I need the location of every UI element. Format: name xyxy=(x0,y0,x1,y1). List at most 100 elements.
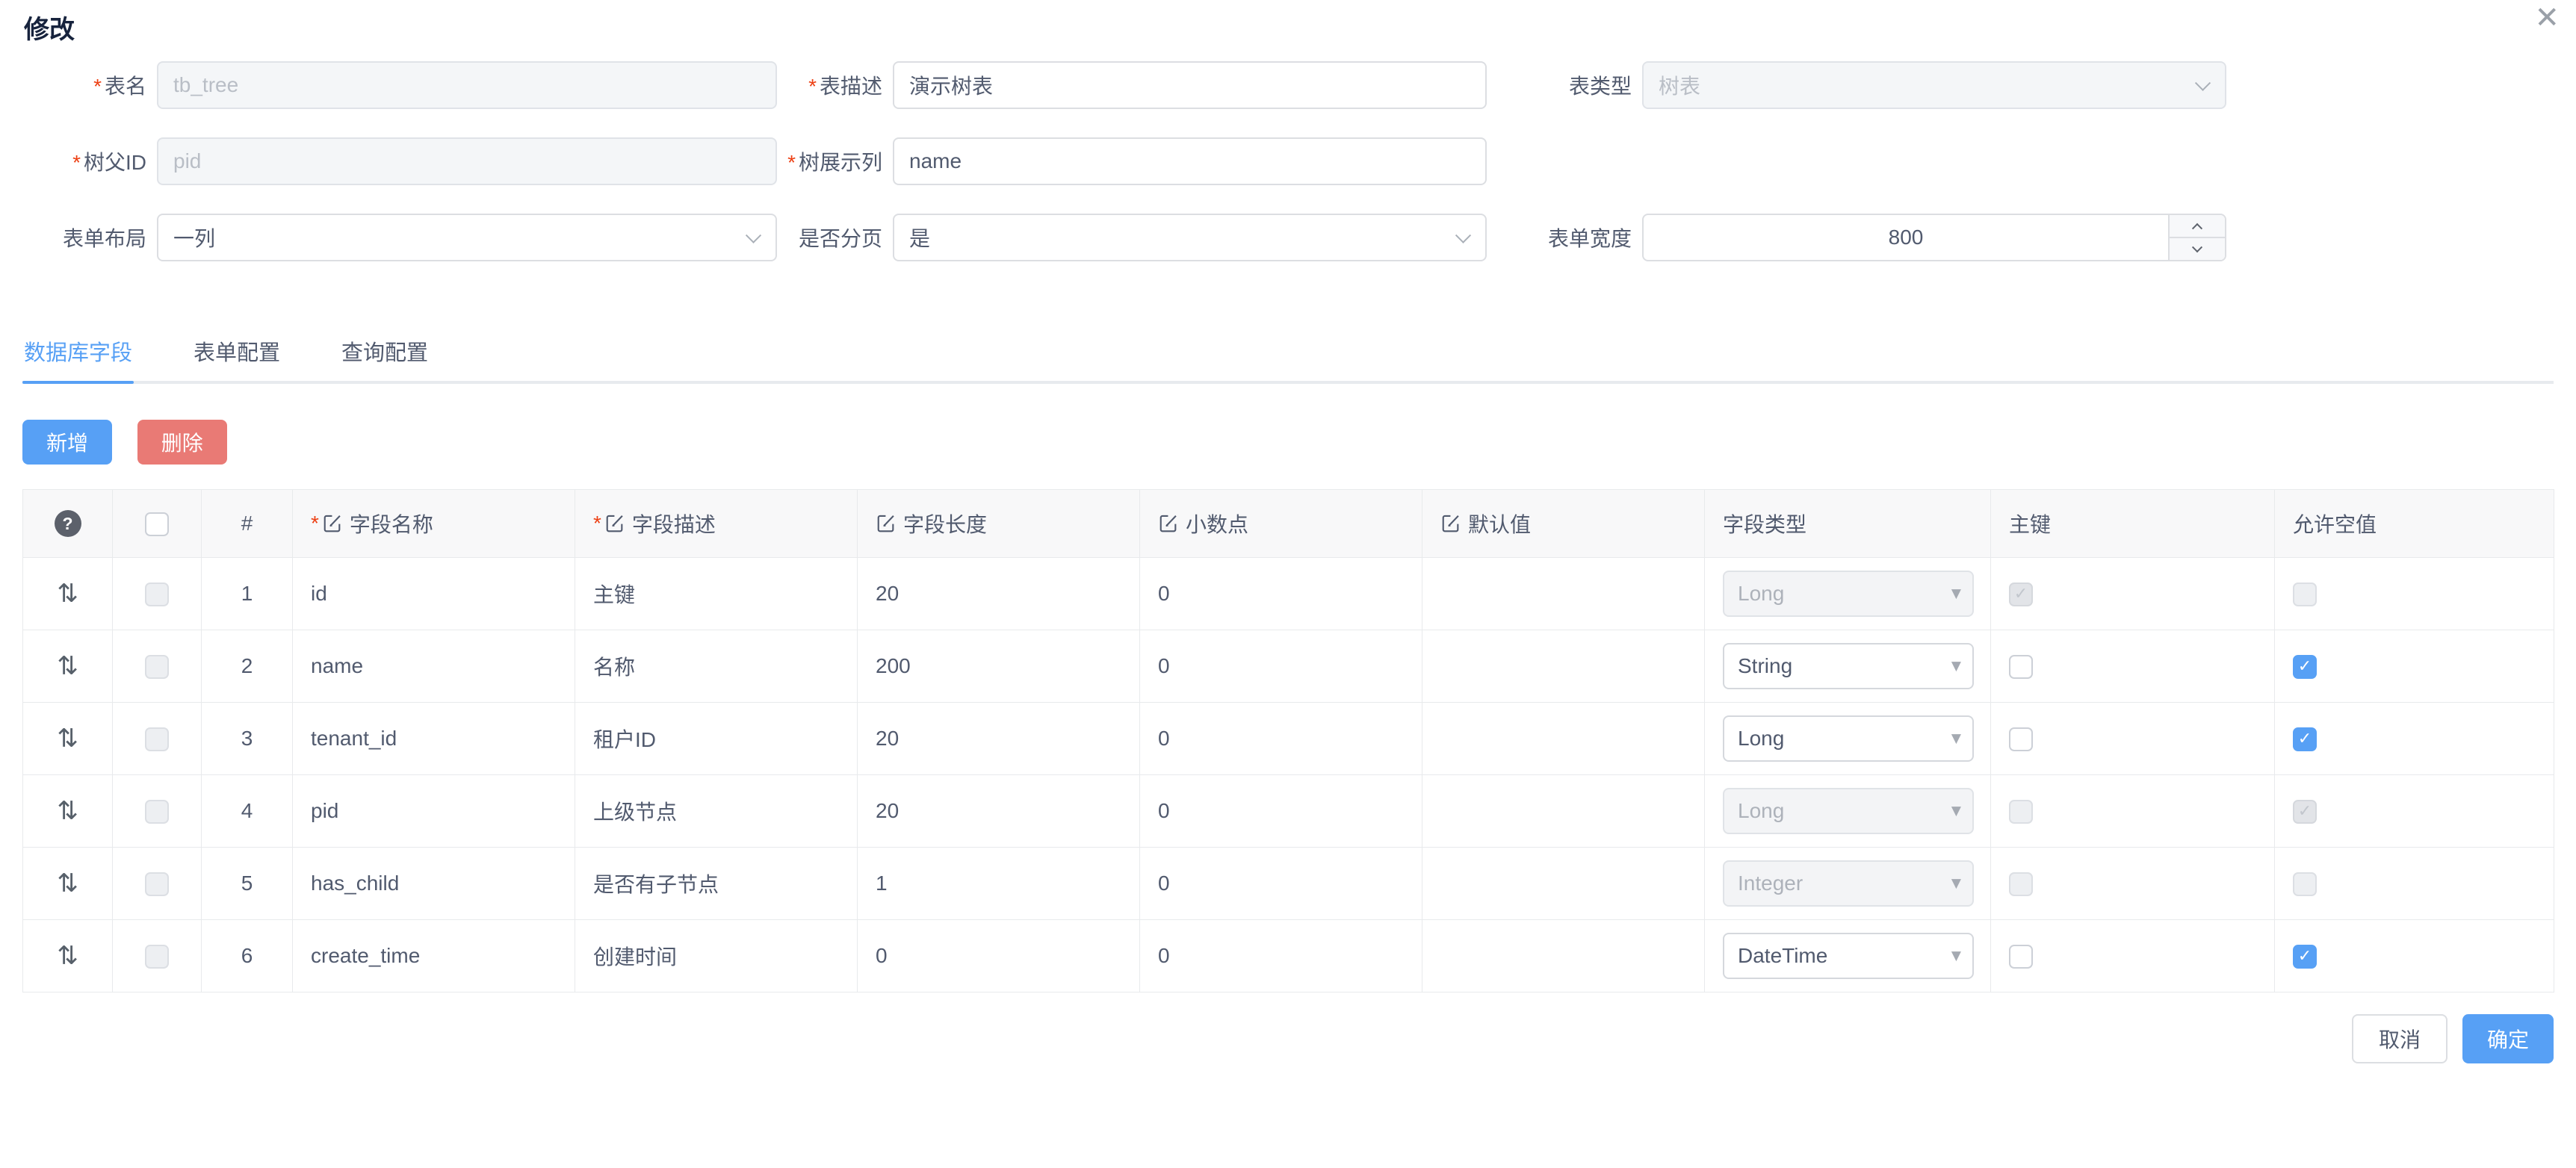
field-default-cell xyxy=(1422,848,1705,920)
table-row: ⇅ ✓ 1 id 主键 20 0 Long ▼ ✓ ✓ xyxy=(23,558,2554,630)
edit-icon xyxy=(1440,513,1461,534)
row-index-cell: 2 xyxy=(202,630,293,703)
drag-handle-icon[interactable]: ⇅ xyxy=(57,941,78,971)
row-index-cell: 6 xyxy=(202,920,293,993)
dropdown-triangle-icon: ▼ xyxy=(1951,876,1961,891)
form-row-3: 表单布局 一列 是否分页 是 表单宽度 xyxy=(0,214,2576,261)
nullable-checkbox[interactable]: ✓ xyxy=(2293,655,2317,679)
nullable-checkbox[interactable]: ✓ xyxy=(2293,945,2317,969)
cancel-button[interactable]: 取消 xyxy=(2352,1014,2447,1063)
pk-checkbox[interactable]: ✓ xyxy=(2009,945,2033,969)
pk-column-header: 主键 xyxy=(1991,490,2275,558)
field-decimal-cell: 0 xyxy=(1140,775,1422,848)
default-column-header: 默认值 xyxy=(1422,490,1705,558)
field-default-cell xyxy=(1422,920,1705,993)
chevron-up-icon xyxy=(2192,223,2202,233)
row-select-checkbox: ✓ xyxy=(145,727,169,751)
dropdown-triangle-icon: ▼ xyxy=(1951,804,1961,818)
field-decimal-cell: 0 xyxy=(1140,630,1422,703)
edit-icon xyxy=(322,513,343,534)
drag-handle-icon[interactable]: ⇅ xyxy=(57,869,78,898)
increment-button[interactable] xyxy=(2170,215,2225,238)
field-default-cell xyxy=(1422,630,1705,703)
table-row: ⇅ ✓ 6 create_time 创建时间 0 0 DateTime ▼ ✓ … xyxy=(23,920,2554,993)
tab-database-fields[interactable]: 数据库字段 xyxy=(22,338,134,381)
row-index-cell: 5 xyxy=(202,848,293,920)
field-name-cell: has_child xyxy=(293,848,575,920)
nullable-checkbox: ✓ xyxy=(2293,872,2317,896)
form-layout-select[interactable]: 一列 xyxy=(157,214,777,261)
nullable-checkbox[interactable]: ✓ xyxy=(2293,727,2317,751)
confirm-button[interactable]: 确定 xyxy=(2462,1014,2554,1063)
field-default-cell xyxy=(1422,703,1705,775)
field-type-select[interactable]: Long ▼ xyxy=(1723,715,1974,762)
table-row: ⇅ ✓ 4 pid 上级节点 20 0 Long ▼ ✓ ✓ xyxy=(23,775,2554,848)
field-length-cell: 1 xyxy=(858,848,1140,920)
table-name-label: *表名 xyxy=(0,70,157,100)
pk-checkbox[interactable]: ✓ xyxy=(2009,727,2033,751)
field-desc-cell: 上级节点 xyxy=(575,775,858,848)
field-length-cell: 0 xyxy=(858,920,1140,993)
field-type-select[interactable]: String ▼ xyxy=(1723,643,1974,689)
select-all-checkbox[interactable]: ✓ xyxy=(145,512,169,536)
table-config-form: *表名 *表描述 表类型 树表 *树父ID *树展示列 表单布局 一 xyxy=(0,61,2576,290)
field-default-cell xyxy=(1422,775,1705,848)
table-type-value: 树表 xyxy=(1659,70,1700,100)
decrement-button[interactable] xyxy=(2170,238,2225,260)
tree-display-input[interactable] xyxy=(893,137,1487,185)
field-name-cell: pid xyxy=(293,775,575,848)
form-width-input[interactable] xyxy=(1644,215,2168,260)
dialog-footer: 取消 确定 xyxy=(2352,1014,2554,1063)
drag-handle-icon[interactable]: ⇅ xyxy=(57,724,78,754)
desc-column-header: * 字段描述 xyxy=(575,490,858,558)
field-type-select[interactable]: DateTime ▼ xyxy=(1723,933,1974,979)
delete-button[interactable]: 删除 xyxy=(137,420,227,465)
row-select-checkbox: ✓ xyxy=(145,583,169,606)
table-toolbar: 新增 删除 xyxy=(22,420,227,465)
close-icon[interactable]: ✕ xyxy=(2534,3,2560,33)
table-desc-input[interactable] xyxy=(893,61,1487,109)
required-asterisk: * xyxy=(808,75,817,98)
field-type-select: Integer ▼ xyxy=(1723,860,1974,907)
chevron-down-icon xyxy=(2192,242,2202,252)
tree-parent-label: *树父ID xyxy=(0,146,157,176)
table-row: ⇅ ✓ 2 name 名称 200 0 String ▼ ✓ ✓ xyxy=(23,630,2554,703)
number-stepper[interactable] xyxy=(2168,215,2225,260)
pk-checkbox: ✓ xyxy=(2009,872,2033,896)
table-type-label: 表类型 xyxy=(1487,70,1642,100)
row-select-checkbox: ✓ xyxy=(145,800,169,824)
field-name-cell: tenant_id xyxy=(293,703,575,775)
form-width-stepper[interactable] xyxy=(1642,214,2226,261)
dropdown-triangle-icon: ▼ xyxy=(1951,948,1961,963)
field-length-cell: 20 xyxy=(858,558,1140,630)
field-length-cell: 20 xyxy=(858,703,1140,775)
field-decimal-cell: 0 xyxy=(1140,848,1422,920)
form-row-2: *树父ID *树展示列 xyxy=(0,137,2576,185)
row-select-checkbox: ✓ xyxy=(145,655,169,679)
tab-bar: 数据库字段 表单配置 查询配置 xyxy=(22,338,2554,384)
chevron-down-icon xyxy=(1455,228,1471,243)
edit-icon xyxy=(876,513,897,534)
pagination-select[interactable]: 是 xyxy=(893,214,1487,261)
field-desc-cell: 名称 xyxy=(575,630,858,703)
required-asterisk: * xyxy=(93,75,102,98)
add-button[interactable]: 新增 xyxy=(22,420,112,465)
table-header-row: ? ✓ # * 字段名称 * 字段描述 字段长度 xyxy=(23,490,2554,558)
drag-handle-icon[interactable]: ⇅ xyxy=(57,796,78,826)
pk-checkbox: ✓ xyxy=(2009,583,2033,606)
table-row: ⇅ ✓ 5 has_child 是否有子节点 1 0 Integer ▼ ✓ ✓ xyxy=(23,848,2554,920)
form-layout-label: 表单布局 xyxy=(0,223,157,252)
field-length-cell: 200 xyxy=(858,630,1140,703)
drag-handle-icon[interactable]: ⇅ xyxy=(57,651,78,681)
pk-checkbox[interactable]: ✓ xyxy=(2009,655,2033,679)
field-decimal-cell: 0 xyxy=(1140,703,1422,775)
field-name-cell: name xyxy=(293,630,575,703)
drag-handle-icon[interactable]: ⇅ xyxy=(57,579,78,609)
row-select-checkbox: ✓ xyxy=(145,945,169,969)
tab-query-config[interactable]: 查询配置 xyxy=(340,338,430,381)
help-icon[interactable]: ? xyxy=(55,510,81,537)
row-index-cell: 4 xyxy=(202,775,293,848)
pagination-label: 是否分页 xyxy=(777,223,893,252)
form-row-1: *表名 *表描述 表类型 树表 xyxy=(0,61,2576,109)
tab-form-config[interactable]: 表单配置 xyxy=(192,338,282,381)
